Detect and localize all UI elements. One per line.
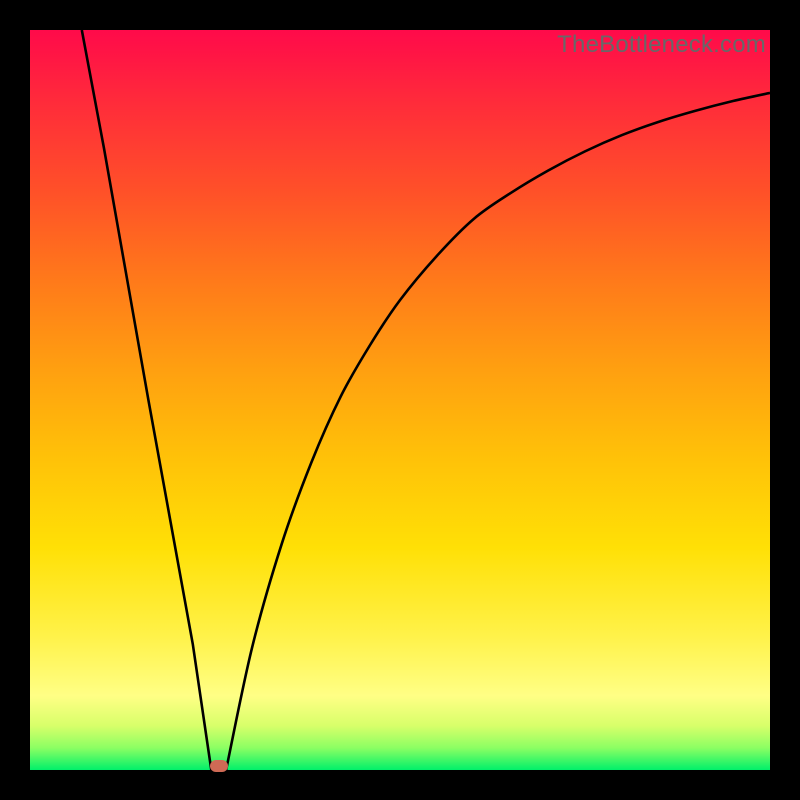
- curve-right-branch: [226, 93, 770, 770]
- attribution-text: TheBottleneck.com: [557, 30, 766, 60]
- chart-frame: TheBottleneck.com: [0, 0, 800, 800]
- bottleneck-curve: [30, 30, 770, 770]
- curve-left-branch: [82, 30, 212, 770]
- plot-area: TheBottleneck.com: [30, 30, 770, 770]
- optimal-point-marker: [210, 760, 228, 772]
